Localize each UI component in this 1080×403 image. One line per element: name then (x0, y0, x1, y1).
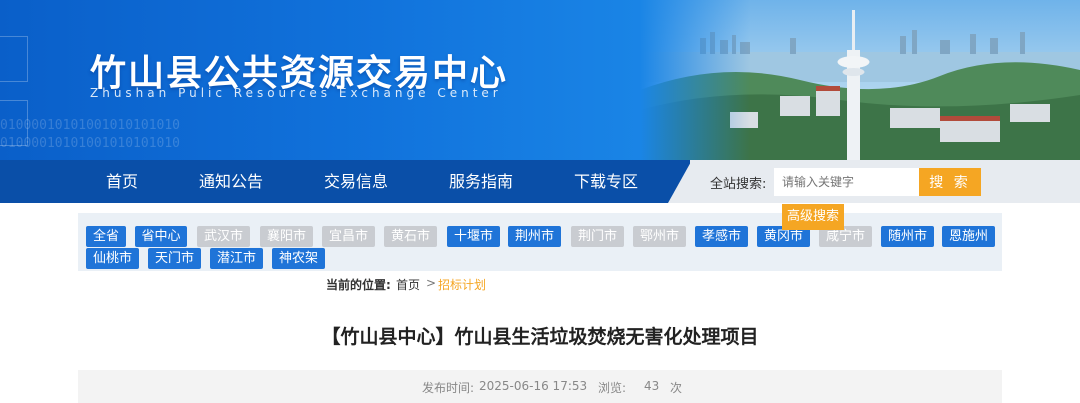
region-tag[interactable]: 仙桃市 (86, 248, 139, 269)
site-subtitle: Zhushan Pulic Resources Exchange Center (90, 86, 502, 100)
nav-item-notices[interactable]: 通知公告 (199, 160, 263, 203)
views-unit: 次 (670, 381, 683, 395)
search-input[interactable] (774, 168, 920, 196)
region-tag[interactable]: 黄石市 (384, 226, 437, 247)
article-meta: 发布时间: 2025-06-16 17:53 浏览: 43 次 (78, 370, 1002, 403)
binary-decor: 01000010101001010101010 (0, 136, 181, 151)
breadcrumb-separator: > (426, 276, 437, 290)
header-banner: 01000010101001010101010 0100001010100101… (0, 0, 1080, 160)
search-button[interactable]: 搜 索 (919, 168, 981, 196)
region-tag[interactable]: 鄂州市 (633, 226, 686, 247)
publish-time-label: 发布时间: (422, 381, 475, 395)
decor-square (0, 36, 28, 82)
region-tag[interactable]: 随州市 (881, 226, 934, 247)
region-tag[interactable]: 荆州市 (508, 226, 561, 247)
article-title: 【竹山县中心】竹山县生活垃圾焚烧无害化处理项目 (321, 326, 759, 348)
nav-item-downloads[interactable]: 下载专区 (574, 160, 638, 203)
region-tag[interactable]: 襄阳市 (260, 226, 313, 247)
region-filter: 全省 省中心 武汉市 襄阳市 宜昌市 黄石市 十堰市 荆州市 荆门市 鄂州市 孝… (78, 213, 1002, 271)
region-tag[interactable]: 天门市 (148, 248, 201, 269)
breadcrumb-current[interactable]: 招标计划 (438, 276, 486, 292)
region-tag-all[interactable]: 全省 (86, 226, 126, 247)
region-tag[interactable]: 十堰市 (447, 226, 500, 247)
region-tag[interactable]: 省中心 (135, 226, 187, 247)
region-tag[interactable]: 宜昌市 (322, 226, 375, 247)
region-tag[interactable]: 潜江市 (210, 248, 263, 269)
region-tag[interactable]: 神农架 (272, 248, 325, 269)
nav-item-trade-info[interactable]: 交易信息 (324, 160, 388, 203)
search-label: 全站搜索: (710, 177, 767, 192)
breadcrumb-label: 当前的位置: (326, 278, 391, 292)
region-tag[interactable]: 荆门市 (571, 226, 624, 247)
breadcrumb-home-link[interactable]: 首页 (396, 276, 420, 292)
nav-item-home[interactable]: 首页 (106, 160, 138, 203)
region-tag[interactable]: 武汉市 (197, 226, 250, 247)
nav-divider (668, 160, 692, 203)
view-count: 43 (644, 379, 660, 393)
breadcrumb: 当前的位置: (326, 276, 391, 292)
city-skyline-image (640, 0, 1080, 160)
region-tag[interactable]: 恩施州 (942, 226, 995, 247)
binary-decor: 01000010101001010101010 (0, 118, 181, 133)
views-label: 浏览: (598, 381, 627, 395)
advanced-search-button[interactable]: 高级搜索 (782, 204, 844, 230)
nav-item-service-guide[interactable]: 服务指南 (449, 160, 513, 203)
region-tag[interactable]: 孝感市 (695, 226, 748, 247)
publish-time: 2025-06-16 17:53 (479, 379, 588, 393)
